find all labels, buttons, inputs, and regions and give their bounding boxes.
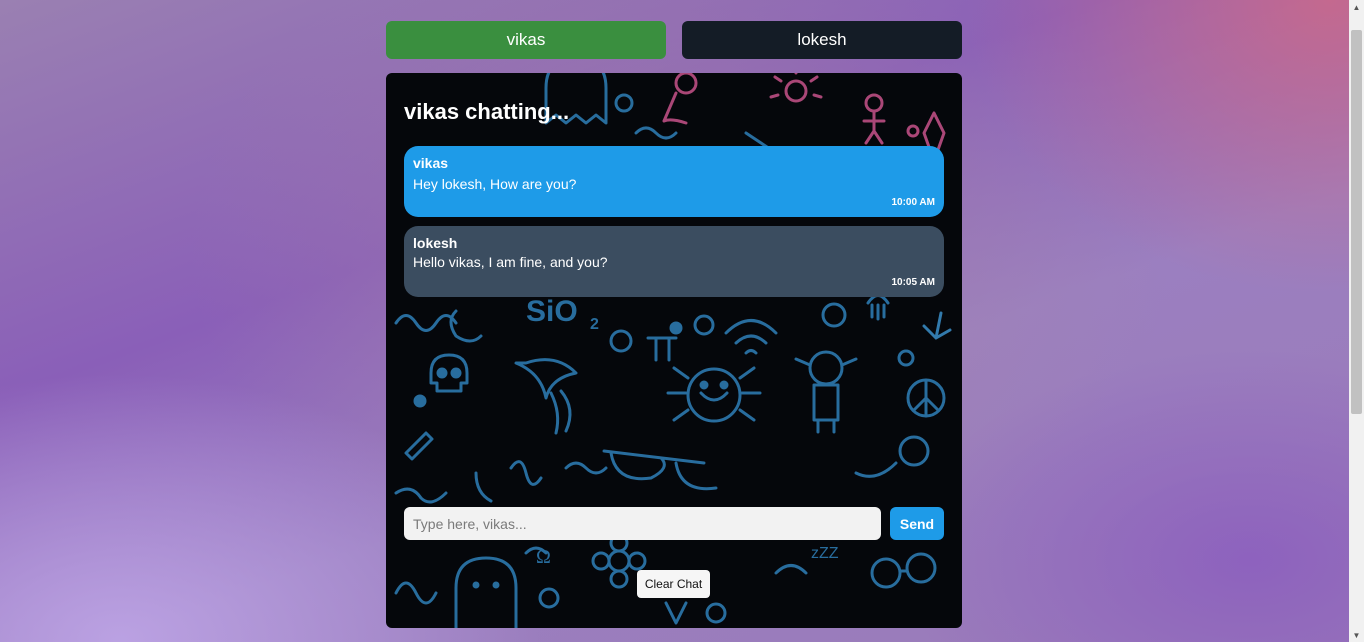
svg-text:zZZ: zZZ	[811, 545, 839, 562]
chat-title: vikas chatting...	[404, 99, 570, 124]
message-timestamp: 10:05 AM	[891, 277, 935, 288]
send-button[interactable]: Send	[890, 507, 944, 540]
tab-vikas[interactable]: vikas	[386, 21, 666, 59]
svg-text:2: 2	[590, 316, 599, 333]
clear-chat-button[interactable]: Clear Chat	[637, 570, 710, 598]
svg-text:Ω: Ω	[536, 546, 551, 568]
message-bubble-sent: vikas Hey lokesh, How are you? 10:00 AM	[404, 146, 944, 217]
message-sender: vikas	[413, 155, 449, 171]
message-timestamp: 10:00 AM	[891, 197, 935, 208]
message-sender: lokesh	[413, 235, 458, 251]
compose-row: Send	[404, 507, 944, 540]
chat-panel: SiO 2 zZZ Ω vikas chatting... vikas Hey …	[386, 73, 962, 628]
user-tabs: vikas lokesh	[386, 21, 962, 59]
message-text: Hey lokesh, How are you?	[413, 176, 577, 192]
message-bubble-received: lokesh Hello vikas, I am fine, and you? …	[404, 226, 944, 297]
message-input[interactable]	[404, 507, 881, 540]
scroll-up-icon[interactable]: ▲	[1349, 0, 1364, 14]
page-scrollbar[interactable]: ▲ ▼	[1349, 0, 1364, 642]
message-text: Hello vikas, I am fine, and you?	[413, 254, 608, 270]
message-list: vikas Hey lokesh, How are you? 10:00 AM …	[404, 146, 944, 306]
scroll-down-icon[interactable]: ▼	[1349, 628, 1364, 642]
scroll-thumb[interactable]	[1351, 30, 1362, 414]
tab-lokesh[interactable]: lokesh	[682, 21, 962, 59]
